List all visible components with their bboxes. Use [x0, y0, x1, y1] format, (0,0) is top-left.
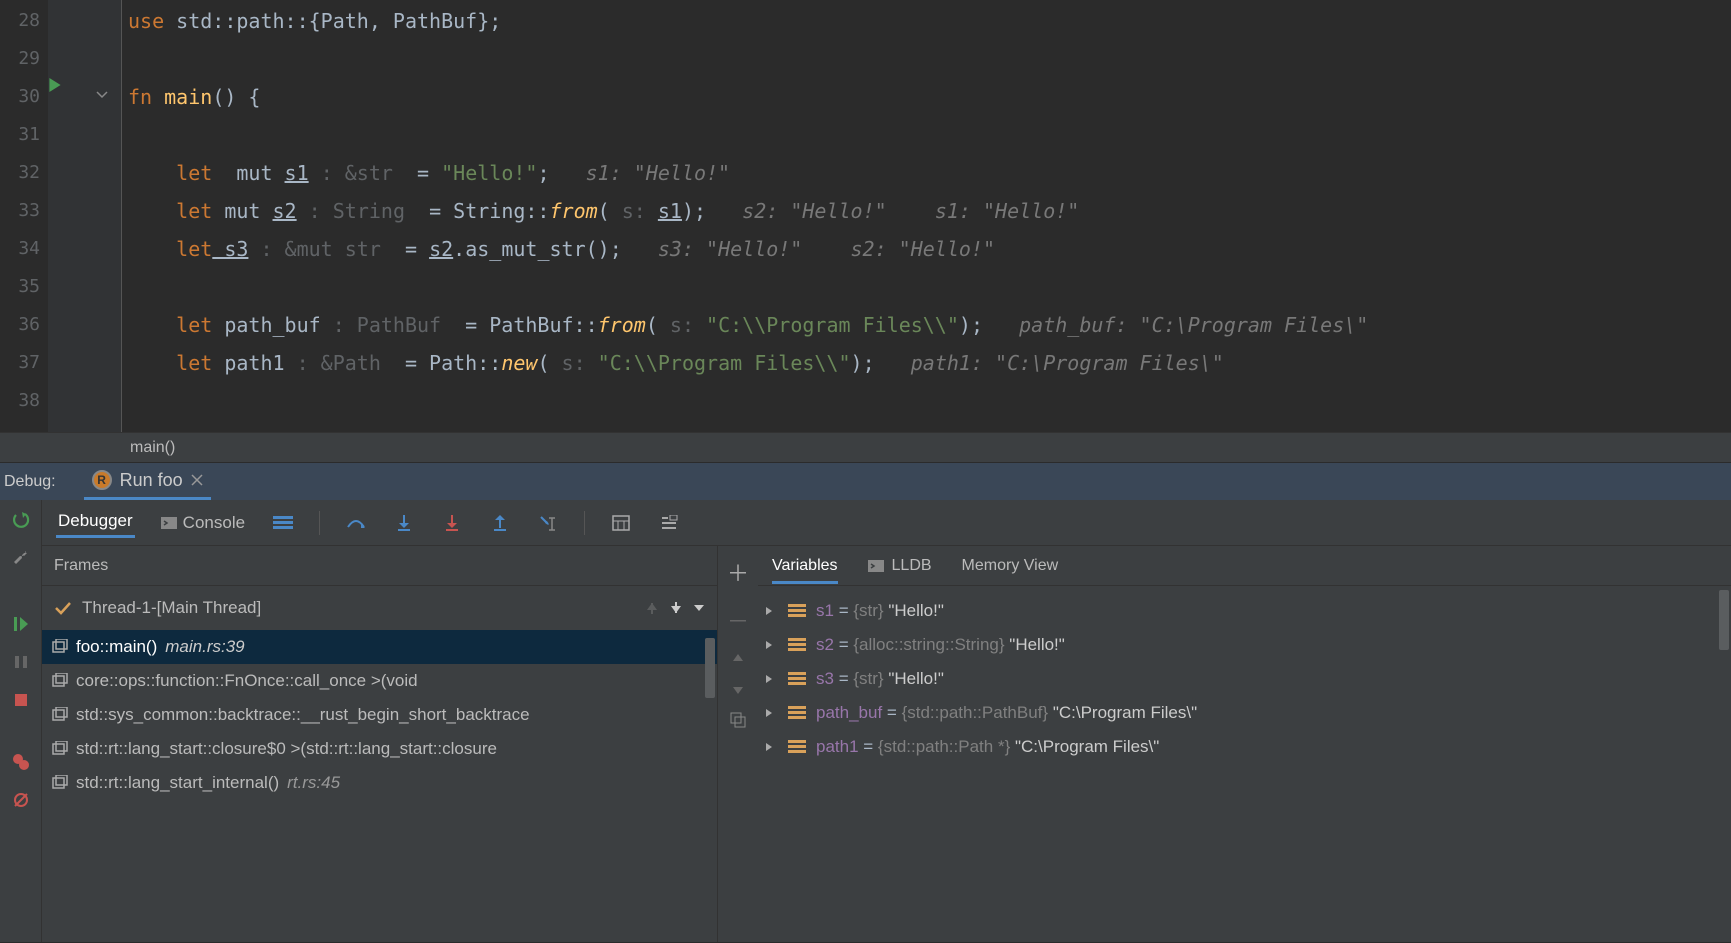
expand-icon[interactable]: [764, 606, 778, 616]
stack-frame[interactable]: std::rt::lang_start_internal() rt.rs:45: [42, 766, 717, 800]
fold-gutter: [82, 0, 122, 432]
variables-panel: ＋ － Variables LLDB Memory View: [718, 546, 1731, 942]
run-to-cursor-icon[interactable]: [536, 511, 560, 535]
variables-list[interactable]: s1 = {str} "Hello!"s2 = {alloc::string::…: [758, 586, 1731, 942]
line-number: 36: [0, 306, 48, 344]
remove-watch-icon[interactable]: －: [727, 604, 749, 636]
threads-icon[interactable]: [271, 511, 295, 535]
line-number: 30: [0, 78, 48, 116]
frames-header: Frames: [42, 546, 717, 586]
scrollbar-thumb[interactable]: [705, 638, 715, 698]
breakpoints-icon[interactable]: [11, 752, 31, 772]
expand-icon[interactable]: [764, 708, 778, 718]
line-number: 28: [0, 2, 48, 40]
line-number-gutter: 2829303132333435363738: [0, 0, 48, 432]
variable-row[interactable]: s1 = {str} "Hello!": [758, 594, 1731, 628]
move-down-icon[interactable]: [731, 682, 745, 696]
line-number: 37: [0, 344, 48, 382]
frames-panel: Frames Thread-1-[Main Thread] foo::main(…: [42, 546, 718, 942]
code-area[interactable]: use std::path::{Path, PathBuf}; fn main(…: [122, 0, 1731, 432]
line-number: 31: [0, 116, 48, 154]
move-up-icon[interactable]: [731, 652, 745, 666]
arrow-down-icon[interactable]: [669, 601, 683, 615]
tab-memory-view[interactable]: Memory View: [962, 557, 1059, 575]
line-number: 29: [0, 40, 48, 78]
add-watch-icon[interactable]: ＋: [727, 556, 749, 588]
variable-icon: [788, 604, 806, 618]
variable-icon: [788, 672, 806, 686]
chevron-down-icon[interactable]: [693, 602, 705, 614]
line-number: 32: [0, 154, 48, 192]
resume-icon[interactable]: [11, 614, 31, 634]
variable-row[interactable]: s2 = {alloc::string::String} "Hello!": [758, 628, 1731, 662]
line-number: 34: [0, 230, 48, 268]
debug-tabbar: Debug: R Run foo: [0, 462, 1731, 500]
frame-icon: [52, 707, 68, 723]
frame-icon: [52, 673, 68, 689]
tab-variables[interactable]: Variables: [772, 557, 838, 584]
tab-lldb[interactable]: LLDB: [868, 557, 932, 575]
run-icon[interactable]: [48, 78, 82, 116]
mute-breakpoints-icon[interactable]: [11, 790, 31, 810]
stack-frame[interactable]: std::rt::lang_start::closure$0 >(std::rt…: [42, 732, 717, 766]
stack-frame[interactable]: foo::main() main.rs:39: [42, 630, 717, 664]
run-config-tab[interactable]: R Run foo: [84, 463, 211, 500]
rerun-icon[interactable]: [11, 510, 31, 530]
variable-icon: [788, 706, 806, 720]
expand-icon[interactable]: [764, 742, 778, 752]
stop-icon[interactable]: [11, 690, 31, 710]
step-out-icon[interactable]: [488, 511, 512, 535]
variable-row[interactable]: path_buf = {std::path::PathBuf} "C:\Prog…: [758, 696, 1731, 730]
debug-label: Debug:: [4, 473, 56, 491]
copy-icon[interactable]: [730, 712, 746, 728]
force-step-into-icon[interactable]: [440, 511, 464, 535]
trace-icon[interactable]: [657, 511, 681, 535]
line-number: 38: [0, 382, 48, 420]
frame-icon: [52, 639, 68, 655]
close-icon[interactable]: [191, 474, 203, 486]
variable-icon: [788, 638, 806, 652]
line-number: 33: [0, 192, 48, 230]
wrench-icon[interactable]: [11, 548, 31, 568]
tab-debugger[interactable]: Debugger: [56, 507, 135, 538]
step-over-icon[interactable]: [344, 511, 368, 535]
stack-frame[interactable]: std::sys_common::backtrace::__rust_begin…: [42, 698, 717, 732]
check-icon: [54, 601, 72, 615]
variable-row[interactable]: path1 = {std::path::Path *} "C:\Program …: [758, 730, 1731, 764]
code-editor[interactable]: 2829303132333435363738 use std::path::{P…: [0, 0, 1731, 432]
scrollbar-thumb[interactable]: [1719, 590, 1729, 650]
arrow-up-icon[interactable]: [645, 601, 659, 615]
rust-icon: R: [92, 470, 112, 490]
step-into-icon[interactable]: [392, 511, 416, 535]
frame-icon: [52, 775, 68, 791]
debug-action-bar: [0, 500, 42, 942]
debug-toolbar: Debugger Console: [42, 500, 1731, 546]
breadcrumb[interactable]: main(): [0, 432, 1731, 462]
expand-icon[interactable]: [764, 640, 778, 650]
stack-frame[interactable]: core::ops::function::FnOnce::call_once >…: [42, 664, 717, 698]
variable-row[interactable]: s3 = {str} "Hello!": [758, 662, 1731, 696]
evaluate-icon[interactable]: [609, 511, 633, 535]
fold-icon[interactable]: [82, 76, 121, 114]
frame-icon: [52, 741, 68, 757]
frame-list[interactable]: foo::main() main.rs:39core::ops::functio…: [42, 630, 717, 942]
tab-console[interactable]: Console: [159, 509, 247, 537]
line-number: 35: [0, 268, 48, 306]
variables-tabbar: Variables LLDB Memory View: [758, 546, 1731, 586]
thread-selector[interactable]: Thread-1-[Main Thread]: [42, 586, 717, 630]
watch-action-bar: ＋ －: [718, 546, 758, 942]
pause-icon[interactable]: [11, 652, 31, 672]
variable-icon: [788, 740, 806, 754]
run-gutter: [48, 0, 82, 432]
expand-icon[interactable]: [764, 674, 778, 684]
